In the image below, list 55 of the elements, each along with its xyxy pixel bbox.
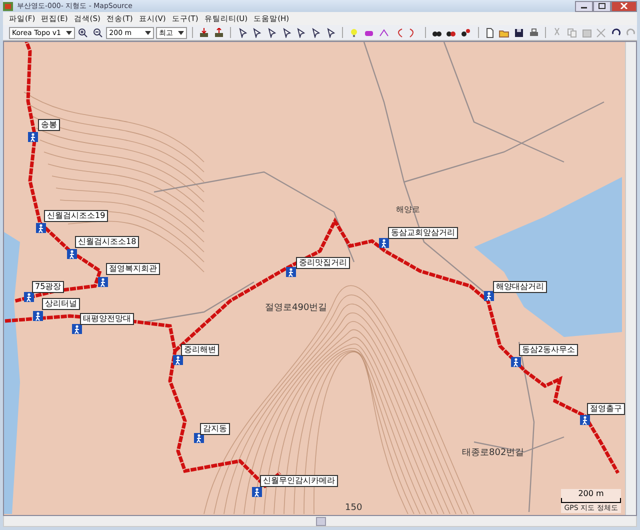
hiker-icon[interactable] <box>33 311 43 321</box>
map-label: 150 <box>345 504 362 513</box>
map-label: 태종로802번길 <box>462 449 524 458</box>
caret-icon <box>144 30 151 34</box>
waypoint-label: 동삼교회앞삼거리 <box>388 227 458 239</box>
waypoint-label: 신월검시조소19 <box>44 210 108 222</box>
hiker-icon[interactable] <box>173 355 183 365</box>
hiker-icon[interactable] <box>484 291 494 301</box>
hiker-icon[interactable] <box>379 238 389 248</box>
map-label: 절영로490번길 <box>265 304 328 313</box>
hiker-icon[interactable] <box>72 324 82 334</box>
waypoint-label: 해양대삼거리 <box>493 281 547 293</box>
hiker-icon[interactable] <box>67 249 77 259</box>
close-button[interactable] <box>611 0 637 12</box>
hiker-icon[interactable] <box>28 132 38 142</box>
zoom-in-icon[interactable] <box>76 26 90 39</box>
waypoint-label: 동삼2동사무소 <box>519 344 578 356</box>
hiker-icon[interactable] <box>98 277 108 287</box>
scale-bar-icon <box>561 498 621 503</box>
waypoint-label: 감지동 <box>200 423 230 435</box>
save-icon[interactable] <box>512 26 526 39</box>
waypoint-label: 75광장 <box>32 281 64 293</box>
hiker-icon[interactable] <box>580 415 590 425</box>
caret-icon <box>178 30 184 34</box>
print-icon[interactable] <box>527 26 540 39</box>
maximize-icon <box>598 3 606 9</box>
waypoint-label: 신월무인감시카메라 <box>260 475 338 487</box>
receive-icon[interactable] <box>198 26 211 39</box>
hiker-icon[interactable] <box>252 487 262 497</box>
hiker-icon[interactable] <box>24 292 34 302</box>
scale-label: 200 m <box>578 489 604 498</box>
vertical-scrollbar[interactable] <box>625 42 636 515</box>
map-label: 해양로 <box>396 206 420 214</box>
waypoint-label: 중리맛집거리 <box>296 257 350 269</box>
pointer-icon[interactable] <box>310 26 322 39</box>
waypoint-label: 송봉 <box>38 119 60 131</box>
waypoint-label: 절영출구 <box>587 403 625 415</box>
scroll-thumb[interactable] <box>316 517 326 526</box>
hiker-icon[interactable] <box>194 433 204 443</box>
maximize-button[interactable] <box>593 0 611 12</box>
caret-icon <box>66 30 72 34</box>
waypoint-label: 태평양전망대 <box>80 313 134 325</box>
close-icon <box>620 3 628 9</box>
horizontal-scrollbar[interactable] <box>3 516 637 527</box>
zoom-out-icon[interactable] <box>91 26 104 39</box>
waypoint-label: 신월검시조소18 <box>75 236 140 248</box>
hiker-icon[interactable] <box>286 267 296 277</box>
send-icon[interactable] <box>212 26 226 39</box>
waypoint-label: 절영복지회관 <box>106 263 160 275</box>
hiker-icon[interactable] <box>511 357 521 367</box>
waypoint-label: 상리터널 <box>42 298 80 310</box>
waypoint-label: 중리해변 <box>181 344 219 356</box>
minimize-button[interactable] <box>575 0 593 12</box>
hiker-icon[interactable] <box>36 223 46 233</box>
map-app-icon <box>3 2 13 10</box>
